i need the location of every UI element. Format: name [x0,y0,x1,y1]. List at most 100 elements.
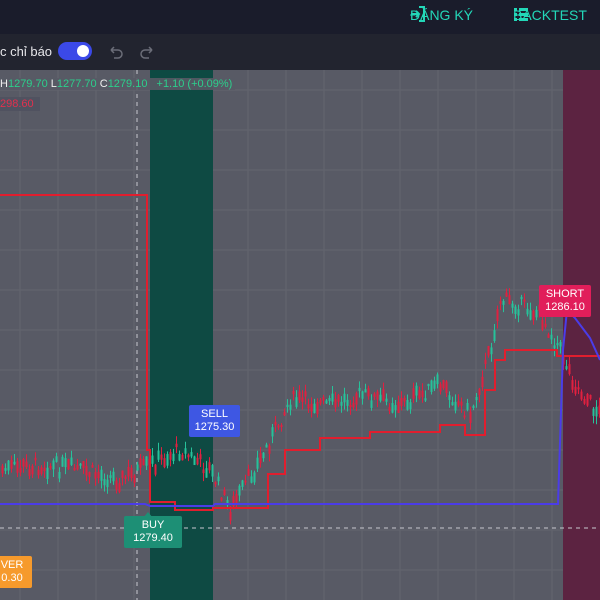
candle-body [19,467,22,473]
candle-body [529,310,532,320]
candle-body [553,345,556,349]
candle-body [508,295,511,305]
candle-body [463,415,466,418]
candle-body [325,400,328,404]
candle-body [475,396,478,401]
candle-body [565,366,568,370]
register-link[interactable]: ĐĂNG KÝ [410,6,473,24]
candle-body [355,393,358,405]
candle-body [412,388,415,399]
candle-body [79,463,82,466]
candle-body [517,309,520,316]
candle-body [220,497,223,501]
candle-body [580,391,583,400]
change-value: +1.10 (+0.09%) [156,78,233,90]
candle-body [310,403,313,412]
candle-body [388,407,391,411]
candle-body [502,300,505,305]
sell-label: SELL [201,408,228,420]
candle-body [127,467,130,477]
candle-body [160,454,163,460]
redo-icon[interactable] [138,43,156,61]
candle-body [559,342,562,347]
candle-body [25,461,28,468]
candle-body [172,453,175,462]
candle-body [208,462,211,471]
candle-body [241,480,244,487]
candle-body [364,389,367,393]
candle-body [268,445,271,454]
candle-body [118,483,121,492]
grid [0,70,600,600]
candle-body [10,460,13,469]
candle-body [250,476,253,483]
candle-body [574,386,577,394]
candle-body [46,467,49,480]
candle-body [556,343,559,346]
candle-body [454,401,457,411]
chart-canvas [0,70,600,600]
candle-body [178,454,181,461]
candle-body [397,401,400,413]
candle-body [337,394,340,402]
login-icon [411,6,425,22]
price-chart[interactable]: H1279.70 L1277.70 C1279.10 +1.10 (+0.09%… [0,70,600,600]
indicator-toggle[interactable] [58,42,92,60]
candle-body [439,384,442,392]
candle-body [421,390,424,397]
candle-body [214,482,217,485]
candle-body [187,454,190,458]
candle-body [358,387,361,392]
candle-body [34,457,37,461]
candle-body [91,464,94,468]
ohlc-readout: H1279.70 L1277.70 C1279.10 +1.10 (+0.09%… [0,78,236,90]
candle-body [394,405,397,410]
candle-body [547,334,550,338]
candle-body [427,383,430,387]
close-value: 1279.10 [107,78,148,90]
candle-body [163,458,166,468]
buy-label: BUY [141,519,165,531]
candle-body [73,467,76,471]
candle-body [175,443,178,448]
candle-body [106,479,109,488]
candle-body [499,301,502,304]
candle-body [595,406,598,417]
undo-icon[interactable] [107,43,125,61]
candle-body [67,459,70,470]
candle-body [166,454,169,466]
candle-body [496,309,499,322]
candle-body [346,399,349,406]
candle-body [511,303,514,308]
candle-body [112,471,115,482]
candle-body [568,364,571,375]
candle-body [256,457,259,469]
candle-body [184,448,187,454]
candle-body [541,319,544,331]
candle-body [94,472,97,479]
candle-body [316,402,319,414]
candle-body [37,469,40,476]
candle-body [190,452,193,457]
candle-body [586,393,589,406]
candle-body [133,475,136,484]
candle-body [28,469,31,476]
candle-body [217,476,220,482]
candle-body [205,468,208,478]
candle-body [484,359,487,365]
candle-body [583,398,586,404]
candle-body [532,310,535,321]
cover-price: 0.30 [1,572,23,584]
candle-body [589,394,592,399]
candle-body [169,452,172,460]
candle-body [193,456,196,466]
candle-body [196,457,199,465]
candle-body [409,402,412,410]
candle-body [13,461,16,465]
candle-body [445,381,448,394]
candle-body [481,376,484,388]
candle-body [340,401,343,406]
backtest-link[interactable]: BACKTEST [513,6,587,24]
candle-body [391,403,394,413]
candle-body [88,472,91,477]
